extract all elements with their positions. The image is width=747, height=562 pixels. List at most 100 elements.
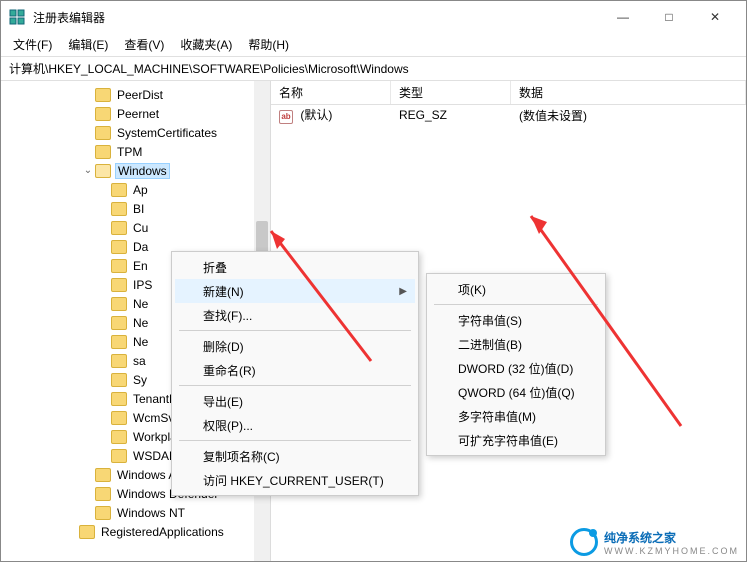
folder-icon <box>111 183 127 197</box>
menubar: 文件(F) 编辑(E) 查看(V) 收藏夹(A) 帮助(H) <box>1 33 746 57</box>
menu-separator <box>179 440 411 441</box>
menu-edit[interactable]: 编辑(E) <box>60 34 116 55</box>
menu-item[interactable]: 二进制值(B) <box>430 332 602 356</box>
registry-editor-window: 注册表编辑器 — □ ✕ 文件(F) 编辑(E) 查看(V) 收藏夹(A) 帮助… <box>0 0 747 562</box>
tree-label: RegisteredApplications <box>99 525 226 539</box>
window-title: 注册表编辑器 <box>33 9 600 26</box>
menu-separator <box>179 385 411 386</box>
submenu-arrow-icon: ▶ <box>399 286 407 297</box>
menu-item[interactable]: 删除(D) <box>175 334 415 358</box>
tree-item[interactable]: Windows NT <box>1 503 270 522</box>
tree-label: En <box>131 259 150 273</box>
folder-icon <box>95 487 111 501</box>
folder-icon <box>95 164 111 178</box>
tree-label: Ne <box>131 297 150 311</box>
column-data[interactable]: 数据 <box>511 81 746 104</box>
menu-file[interactable]: 文件(F) <box>5 34 60 55</box>
context-menu[interactable]: 折叠新建(N)▶查找(F)... 删除(D)重命名(R) 导出(E)权限(P)...… <box>171 251 419 496</box>
menu-item[interactable]: 折叠 <box>175 255 415 279</box>
tree-label: Ne <box>131 316 150 330</box>
menu-view[interactable]: 查看(V) <box>116 34 172 55</box>
path-text: 计算机\HKEY_LOCAL_MACHINE\SOFTWARE\Policies… <box>9 60 409 77</box>
folder-icon <box>111 259 127 273</box>
column-type[interactable]: 类型 <box>391 81 511 104</box>
folder-icon <box>95 468 111 482</box>
minimize-button[interactable]: — <box>600 1 646 33</box>
menu-help[interactable]: 帮助(H) <box>240 34 297 55</box>
tree-label: BI <box>131 202 146 216</box>
tree-item[interactable]: SystemCertificates <box>1 123 270 142</box>
tree-item[interactable]: ⌄ Windows <box>1 161 270 180</box>
tree-label: Windows <box>115 163 170 179</box>
folder-icon <box>111 373 127 387</box>
folder-icon <box>95 126 111 140</box>
folder-icon <box>111 335 127 349</box>
menu-item[interactable]: 多字符串值(M) <box>430 404 602 428</box>
new-submenu[interactable]: 项(K) 字符串值(S)二进制值(B)DWORD (32 位)值(D)QWORD … <box>426 273 606 456</box>
folder-icon <box>111 202 127 216</box>
close-button[interactable]: ✕ <box>692 1 738 33</box>
string-value-icon: ab <box>279 110 293 124</box>
tree-label: Ap <box>131 183 150 197</box>
value-data: (数值未设置) <box>511 107 746 124</box>
folder-icon <box>111 221 127 235</box>
tree-item[interactable]: TPM <box>1 142 270 161</box>
folder-icon <box>111 316 127 330</box>
menu-item[interactable]: 导出(E) <box>175 389 415 413</box>
menu-item[interactable]: QWORD (64 位)值(Q) <box>430 380 602 404</box>
watermark-url: WWW.KZMYHOME.COM <box>604 546 739 556</box>
menu-separator <box>179 330 411 331</box>
menu-item[interactable]: 新建(N)▶ <box>175 279 415 303</box>
folder-icon <box>95 88 111 102</box>
tree-label: IPS <box>131 278 154 292</box>
expander-icon[interactable]: ⌄ <box>81 165 95 176</box>
column-name[interactable]: 名称 <box>271 81 391 104</box>
titlebar[interactable]: 注册表编辑器 — □ ✕ <box>1 1 746 33</box>
list-header: 名称 类型 数据 <box>271 81 746 105</box>
tree-label: Sy <box>131 373 149 387</box>
menu-item[interactable]: 查找(F)... <box>175 303 415 327</box>
folder-icon <box>111 354 127 368</box>
folder-icon <box>111 449 127 463</box>
folder-icon <box>95 506 111 520</box>
tree-label: Ne <box>131 335 150 349</box>
content-area: PeerDist PeernetSystemCertificates TPM ⌄ Win… <box>1 81 746 561</box>
watermark: 纯净系统之家 WWW.KZMYHOME.COM <box>570 528 739 556</box>
menu-item[interactable]: 字符串值(S) <box>430 308 602 332</box>
menu-item[interactable]: DWORD (32 位)值(D) <box>430 356 602 380</box>
menu-item[interactable]: 复制项名称(C) <box>175 444 415 468</box>
address-bar[interactable]: 计算机\HKEY_LOCAL_MACHINE\SOFTWARE\Policies… <box>1 57 746 81</box>
tree-item[interactable]: Ap <box>1 180 270 199</box>
folder-icon <box>111 430 127 444</box>
folder-icon <box>111 278 127 292</box>
menu-favorites[interactable]: 收藏夹(A) <box>172 34 240 55</box>
tree-item[interactable]: BI <box>1 199 270 218</box>
menu-separator <box>434 304 598 305</box>
tree-item[interactable]: PeerDist <box>1 85 270 104</box>
tree-item[interactable]: Peernet <box>1 104 270 123</box>
app-icon <box>9 9 25 25</box>
tree-label: sa <box>131 354 148 368</box>
tree-label: Cu <box>131 221 150 235</box>
folder-icon <box>111 240 127 254</box>
folder-icon <box>111 411 127 425</box>
tree-label: TPM <box>115 145 144 159</box>
tree-label: Da <box>131 240 150 254</box>
menu-item[interactable]: 权限(P)... <box>175 413 415 437</box>
tree-item[interactable]: RegisteredApplications <box>1 522 270 541</box>
tree-item[interactable]: Cu <box>1 218 270 237</box>
tree-label: PeerDist <box>115 88 165 102</box>
folder-icon <box>95 107 111 121</box>
maximize-button[interactable]: □ <box>646 1 692 33</box>
tree-label: Windows NT <box>115 506 187 520</box>
menu-item[interactable]: 项(K) <box>430 277 602 301</box>
folder-icon <box>111 392 127 406</box>
watermark-icon <box>570 528 598 556</box>
list-row[interactable]: ab (默认) REG_SZ (数值未设置) <box>271 105 746 125</box>
menu-item[interactable]: 访问 HKEY_CURRENT_USER(T) <box>175 468 415 492</box>
folder-icon <box>95 145 111 159</box>
watermark-text: 纯净系统之家 <box>604 531 676 545</box>
menu-item[interactable]: 重命名(R) <box>175 358 415 382</box>
folder-icon <box>111 297 127 311</box>
menu-item[interactable]: 可扩充字符串值(E) <box>430 428 602 452</box>
